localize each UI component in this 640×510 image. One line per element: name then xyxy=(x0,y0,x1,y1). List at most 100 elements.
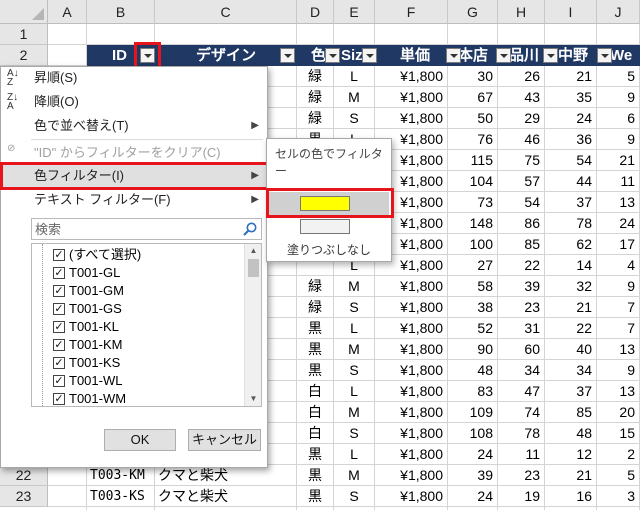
filter-search-input[interactable]: 検索 xyxy=(31,218,262,240)
table-cell-color[interactable]: 黒 xyxy=(297,486,333,507)
table-cell-s2[interactable]: 26 xyxy=(498,66,544,87)
checkbox-checked-icon[interactable]: ✓ xyxy=(53,249,65,261)
table-cell-s2[interactable]: 11 xyxy=(498,444,544,465)
row-header[interactable]: 1 xyxy=(0,24,48,45)
table-cell-price[interactable]: ¥1,800 xyxy=(375,297,447,318)
table-cell-size[interactable]: M xyxy=(334,465,374,486)
table-cell-s4[interactable]: 13 xyxy=(597,339,639,360)
table-cell-size[interactable]: S xyxy=(334,108,374,129)
cancel-button[interactable]: キャンセル xyxy=(188,429,261,451)
filter-list-item[interactable]: ✓ T001-GS xyxy=(32,300,242,318)
table-cell-s3[interactable]: 48 xyxy=(545,423,596,444)
table-cell-s2[interactable]: 19 xyxy=(498,486,544,507)
checkbox-checked-icon[interactable]: ✓ xyxy=(53,267,65,279)
table-cell-s2[interactable]: 78 xyxy=(498,423,544,444)
table-cell-s4[interactable]: 24 xyxy=(597,213,639,234)
table-cell-s1[interactable]: 24 xyxy=(448,486,497,507)
table-cell-price[interactable]: ¥1,800 xyxy=(375,339,447,360)
table-cell-s4[interactable]: 9 xyxy=(597,87,639,108)
ok-button[interactable]: OK xyxy=(104,429,176,451)
table-cell-s4[interactable]: 6 xyxy=(597,108,639,129)
filter-dropdown-store2[interactable] xyxy=(543,48,558,63)
table-cell-s1[interactable]: 100 xyxy=(448,234,497,255)
column-header-h[interactable]: H xyxy=(498,0,545,24)
table-cell-s1[interactable]: 76 xyxy=(448,129,497,150)
table-cell-s3[interactable]: 22 xyxy=(545,318,596,339)
table-cell-s2[interactable]: 57 xyxy=(498,171,544,192)
table-cell-s4[interactable]: 5 xyxy=(597,66,639,87)
filter-list-item[interactable]: ✓ T001-GM xyxy=(32,282,242,300)
table-cell-color[interactable]: 黒 xyxy=(297,465,333,486)
table-cell-s4[interactable]: 9 xyxy=(597,129,639,150)
filter-list-item[interactable]: ✓ T001-KS xyxy=(32,354,242,372)
table-cell-s1[interactable]: 67 xyxy=(448,87,497,108)
checkbox-checked-icon[interactable]: ✓ xyxy=(53,285,65,297)
column-header-d[interactable]: D xyxy=(297,0,334,24)
table-cell-color[interactable]: 黒 xyxy=(297,360,333,381)
list-scrollbar[interactable]: ▲ ▼ xyxy=(244,244,261,406)
filter-dropdown-store1[interactable] xyxy=(496,48,511,63)
table-cell-s3[interactable]: 85 xyxy=(545,402,596,423)
select-all-corner[interactable] xyxy=(0,0,48,24)
table-cell-s3[interactable]: 21 xyxy=(545,66,596,87)
column-header-j[interactable]: J xyxy=(597,0,640,24)
table-cell-s4[interactable]: 9 xyxy=(597,276,639,297)
filter-list-item[interactable]: ✓ (すべて選択) xyxy=(32,246,242,264)
table-cell-s2[interactable]: 31 xyxy=(498,318,544,339)
table-cell-color[interactable]: 白 xyxy=(297,423,333,444)
table-cell-s4[interactable]: 11 xyxy=(597,171,639,192)
table-cell-s1[interactable]: 83 xyxy=(448,381,497,402)
table-cell-s4[interactable]: 20 xyxy=(597,402,639,423)
column-header-c[interactable]: C xyxy=(155,0,297,24)
table-cell-s3[interactable]: 44 xyxy=(545,171,596,192)
table-cell-s2[interactable]: 29 xyxy=(498,108,544,129)
table-cell-s4[interactable]: 9 xyxy=(597,360,639,381)
checkbox-checked-icon[interactable]: ✓ xyxy=(53,375,65,387)
table-cell-size[interactable]: S xyxy=(334,486,374,507)
table-cell-color[interactable]: 黒 xyxy=(297,318,333,339)
table-cell-s3[interactable]: 21 xyxy=(545,297,596,318)
filter-dropdown-color[interactable] xyxy=(325,48,340,63)
column-header-e[interactable]: E xyxy=(334,0,375,24)
table-cell-color[interactable]: 白 xyxy=(297,381,333,402)
table-cell-s2[interactable]: 23 xyxy=(498,297,544,318)
table-cell-s3[interactable]: 54 xyxy=(545,150,596,171)
table-cell-s1[interactable]: 115 xyxy=(448,150,497,171)
table-cell-s3[interactable]: 34 xyxy=(545,360,596,381)
table-cell-s3[interactable]: 37 xyxy=(545,192,596,213)
table-cell-price[interactable]: ¥1,800 xyxy=(375,318,447,339)
column-header-a[interactable]: A xyxy=(48,0,87,24)
table-cell-s3[interactable]: 24 xyxy=(545,108,596,129)
checkbox-checked-icon[interactable]: ✓ xyxy=(53,339,65,351)
table-cell-s2[interactable]: 75 xyxy=(498,150,544,171)
table-cell-s4[interactable]: 7 xyxy=(597,318,639,339)
table-cell-size[interactable]: L xyxy=(334,318,374,339)
table-cell-s2[interactable]: 43 xyxy=(498,87,544,108)
table-cell-s1[interactable]: 30 xyxy=(448,66,497,87)
table-cell-s4[interactable]: 17 xyxy=(597,234,639,255)
table-cell-s1[interactable]: 50 xyxy=(448,108,497,129)
table-cell-s2[interactable]: 39 xyxy=(498,276,544,297)
filter-dropdown-store3[interactable] xyxy=(597,48,612,63)
table-cell-s2[interactable]: 46 xyxy=(498,129,544,150)
table-cell-design[interactable]: クマと柴犬 xyxy=(155,486,296,507)
table-cell-s3[interactable]: 62 xyxy=(545,234,596,255)
table-cell-s1[interactable]: 148 xyxy=(448,213,497,234)
table-cell-s2[interactable]: 22 xyxy=(498,255,544,276)
table-cell-s1[interactable]: 108 xyxy=(448,423,497,444)
column-header-i[interactable]: I xyxy=(545,0,597,24)
table-cell-size[interactable]: S xyxy=(334,360,374,381)
table-cell-s3[interactable]: 78 xyxy=(545,213,596,234)
table-cell-price[interactable]: ¥1,800 xyxy=(375,423,447,444)
checkbox-checked-icon[interactable]: ✓ xyxy=(53,357,65,369)
table-cell-color[interactable]: 緑 xyxy=(297,108,333,129)
table-cell-s3[interactable]: 32 xyxy=(545,276,596,297)
row-header[interactable]: 23 xyxy=(0,486,48,507)
table-cell-s1[interactable]: 58 xyxy=(448,276,497,297)
filter-list-item[interactable]: ✓ T001-KM xyxy=(32,336,242,354)
table-cell-price[interactable]: ¥1,800 xyxy=(375,444,447,465)
table-cell-s2[interactable]: 47 xyxy=(498,381,544,402)
table-cell-s1[interactable]: 90 xyxy=(448,339,497,360)
table-cell-s2[interactable]: 74 xyxy=(498,402,544,423)
checkbox-checked-icon[interactable]: ✓ xyxy=(53,321,65,333)
